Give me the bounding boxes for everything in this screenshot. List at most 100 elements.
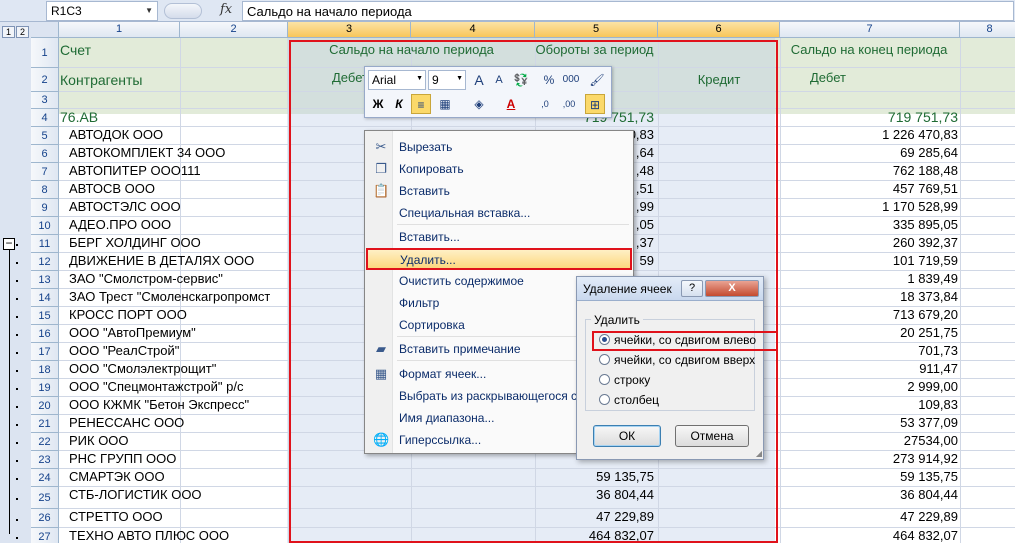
closing-balance-cell[interactable]: 27534,00 bbox=[780, 433, 960, 448]
account-cell[interactable]: АВТОСВ ООО bbox=[69, 181, 155, 196]
row-header[interactable]: 15 bbox=[31, 307, 59, 325]
row-header[interactable]: 12 bbox=[31, 253, 59, 271]
radio-button-icon[interactable] bbox=[599, 394, 610, 405]
account-cell[interactable]: АВТОПИТЕР ООО111 bbox=[69, 163, 201, 178]
row-header[interactable]: 22 bbox=[31, 433, 59, 451]
column-header-6[interactable]: 6 bbox=[658, 22, 780, 38]
borders-icon[interactable]: ▦ bbox=[435, 94, 455, 114]
percent-style-button[interactable]: % bbox=[539, 70, 559, 90]
account-cell[interactable]: АВТОСТЭЛС ООО bbox=[69, 199, 181, 214]
chevron-down-icon[interactable]: ▼ bbox=[145, 6, 153, 15]
column-header-1[interactable]: 1 bbox=[59, 22, 180, 38]
column-header-2[interactable]: 2 bbox=[180, 22, 288, 38]
resize-grip-icon[interactable]: ◢ bbox=[756, 449, 762, 458]
row-header[interactable]: 13 bbox=[31, 271, 59, 289]
formula-bar-grip[interactable] bbox=[164, 3, 202, 19]
row-header[interactable]: 17 bbox=[31, 343, 59, 361]
row-header[interactable]: 18 bbox=[31, 361, 59, 379]
account-cell[interactable]: ООО "АвтоПремиум" bbox=[69, 325, 196, 340]
row-header[interactable]: 1 bbox=[31, 38, 59, 68]
row-header[interactable]: 14 bbox=[31, 289, 59, 307]
closing-balance-cell[interactable]: 457 769,51 bbox=[780, 181, 960, 196]
account-cell[interactable]: АВТОДОК ООО bbox=[69, 127, 163, 142]
align-center-icon[interactable]: ≡ bbox=[411, 94, 431, 114]
account-cell[interactable]: БЕРГ ХОЛДИНГ ООО bbox=[69, 235, 201, 250]
row-header[interactable]: 20 bbox=[31, 397, 59, 415]
help-button[interactable]: ? bbox=[681, 280, 703, 297]
closing-balance-cell[interactable]: 713 679,20 bbox=[780, 307, 960, 322]
italic-button[interactable]: К bbox=[389, 94, 409, 114]
merge-center-icon[interactable]: ⊞ bbox=[585, 94, 605, 114]
decrease-decimal-button[interactable]: ,00 bbox=[559, 94, 579, 114]
comma-style-button[interactable]: 000 bbox=[561, 70, 581, 90]
context-menu-item[interactable]: Специальная вставка... bbox=[367, 202, 631, 224]
ok-button[interactable]: ОК bbox=[593, 425, 661, 447]
row-header[interactable]: 25 bbox=[31, 487, 59, 509]
font-color-button[interactable]: A bbox=[501, 94, 521, 114]
account-cell[interactable]: ООО КЖМК "Бетон Экспресс" bbox=[69, 397, 249, 412]
row-header[interactable]: 2 bbox=[31, 68, 59, 92]
row-header[interactable]: 26 bbox=[31, 509, 59, 528]
closing-balance-cell[interactable]: 464 832,07 bbox=[780, 528, 960, 543]
context-menu-item[interactable]: ✂ Вырезать bbox=[367, 136, 631, 158]
closing-balance-cell[interactable]: 36 804,44 bbox=[780, 487, 960, 502]
closing-balance-cell[interactable]: 101 719,59 bbox=[780, 253, 960, 268]
account-cell[interactable]: РЕНЕССАНС ООО bbox=[69, 415, 184, 430]
account-cell[interactable]: ТЕХНО АВТО ПЛЮС ООО bbox=[69, 528, 229, 543]
closing-balance-cell[interactable]: Дебет bbox=[780, 70, 960, 85]
closing-balance-cell[interactable]: 69 285,64 bbox=[780, 145, 960, 160]
delete-option-radio[interactable]: строку bbox=[599, 373, 650, 387]
outline-level-2-button[interactable]: 2 bbox=[16, 26, 29, 38]
account-cell[interactable]: ООО "Спецмонтажстрой" р/с bbox=[69, 379, 244, 394]
row-header[interactable]: 27 bbox=[31, 528, 59, 543]
closing-balance-cell[interactable]: 762 188,48 bbox=[780, 163, 960, 178]
row-header[interactable]: 7 bbox=[31, 163, 59, 181]
row-header[interactable]: 9 bbox=[31, 199, 59, 217]
closing-balance-cell[interactable]: 20 251,75 bbox=[780, 325, 960, 340]
closing-balance-cell[interactable]: 53 377,09 bbox=[780, 415, 960, 430]
closing-balance-cell[interactable]: 260 392,37 bbox=[780, 235, 960, 250]
context-menu-item[interactable]: 📋 Вставить bbox=[367, 180, 631, 202]
column-header-8[interactable]: 8 bbox=[960, 22, 1015, 38]
column-header-4[interactable]: 4 bbox=[411, 22, 535, 38]
grow-font-button[interactable]: A bbox=[469, 70, 489, 90]
row-header[interactable]: 8 bbox=[31, 181, 59, 199]
account-cell[interactable]: КРОСС ПОРТ ООО bbox=[69, 307, 187, 322]
account-cell[interactable]: 76.АВ bbox=[60, 109, 98, 125]
account-cell[interactable]: Счет bbox=[60, 42, 91, 58]
close-button[interactable]: X bbox=[705, 280, 759, 297]
accounting-format-icon[interactable]: 💱 bbox=[511, 70, 531, 90]
context-menu-item[interactable]: ❐ Копировать bbox=[367, 158, 631, 180]
shrink-font-button[interactable]: A bbox=[489, 70, 509, 90]
font-name-select[interactable]: Arial ▼ bbox=[368, 70, 426, 90]
collapse-group-button[interactable]: − bbox=[3, 237, 15, 250]
row-header[interactable]: 24 bbox=[31, 469, 59, 487]
account-cell[interactable]: ООО "РеалСтрой" bbox=[69, 343, 179, 358]
account-cell[interactable]: АДЕО.ПРО ООО bbox=[69, 217, 171, 232]
dialog-title-bar[interactable]: Удаление ячеек ? X bbox=[577, 277, 763, 301]
row-header[interactable]: 11 bbox=[31, 235, 59, 253]
closing-balance-cell[interactable]: 2 999,00 bbox=[780, 379, 960, 394]
closing-balance-cell[interactable]: 911,47 bbox=[780, 361, 960, 376]
closing-balance-cell[interactable]: 1 839,49 bbox=[780, 271, 960, 286]
name-box[interactable]: R1C3 ▼ bbox=[46, 1, 158, 21]
row-header[interactable]: 4 bbox=[31, 109, 59, 127]
closing-balance-cell[interactable]: Сальдо на конец периода bbox=[780, 42, 960, 57]
closing-balance-cell[interactable]: 18 373,84 bbox=[780, 289, 960, 304]
row-header[interactable]: 16 bbox=[31, 325, 59, 343]
account-cell[interactable]: РНС ГРУПП ООО bbox=[69, 451, 176, 466]
account-cell[interactable]: ДВИЖЕНИЕ В ДЕТАЛЯХ ООО bbox=[69, 253, 254, 268]
formula-input[interactable]: Сальдо на начало периода bbox=[242, 1, 1014, 21]
account-cell[interactable]: Контрагенты bbox=[60, 72, 142, 88]
increase-decimal-button[interactable]: ,0 bbox=[535, 94, 555, 114]
closing-balance-cell[interactable]: 1 170 528,99 bbox=[780, 199, 960, 214]
account-cell[interactable]: ЗАО "Смолстром-сервис" bbox=[69, 271, 223, 286]
outline-level-1-button[interactable]: 1 bbox=[2, 26, 15, 38]
cancel-button[interactable]: Отмена bbox=[675, 425, 749, 447]
row-header[interactable]: 23 bbox=[31, 451, 59, 469]
row-header[interactable]: 3 bbox=[31, 92, 59, 109]
radio-button-icon[interactable] bbox=[599, 374, 610, 385]
row-header[interactable]: 19 bbox=[31, 379, 59, 397]
column-header-3[interactable]: 3 bbox=[288, 22, 411, 38]
column-header-5[interactable]: 5 bbox=[535, 22, 658, 38]
